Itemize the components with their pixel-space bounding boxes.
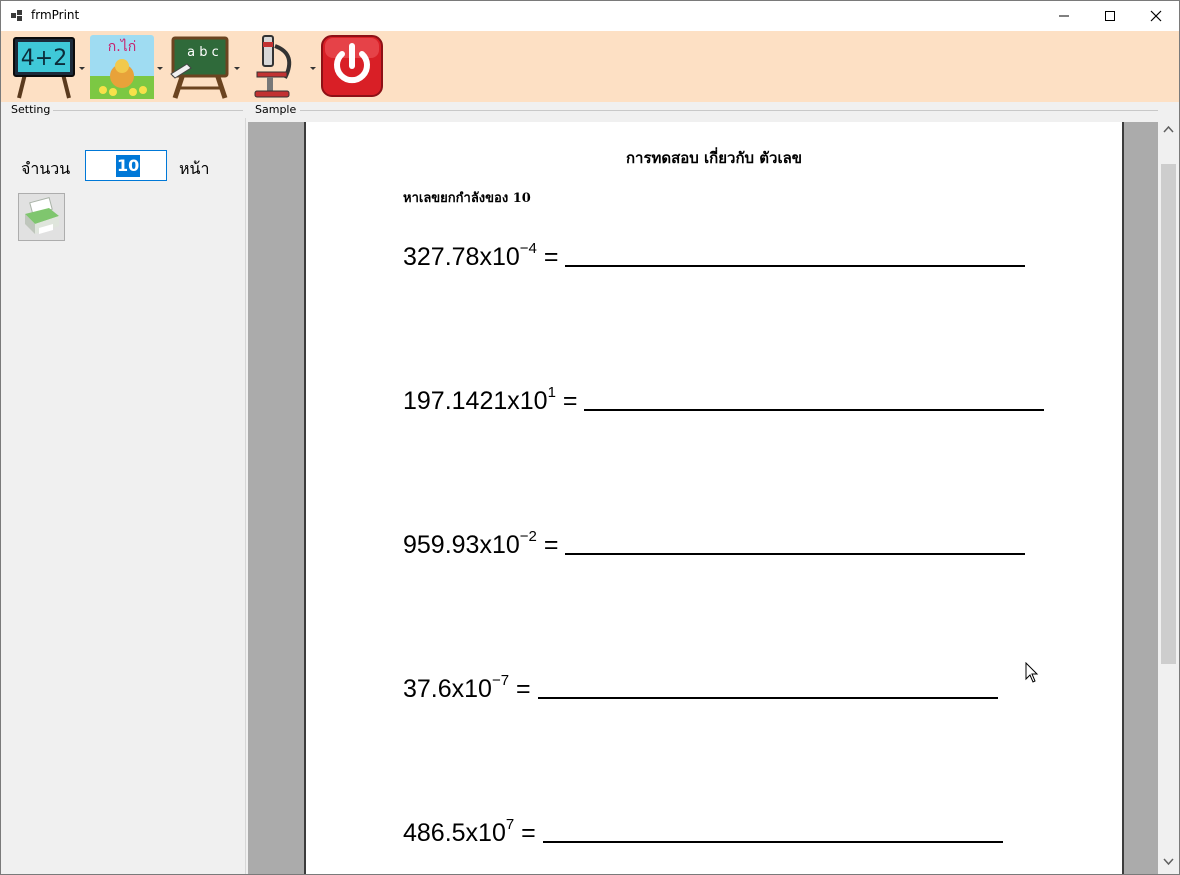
problem-base: 327.78x10	[403, 243, 520, 271]
math-chalkboard-button[interactable]: 4+2	[11, 34, 85, 99]
print-preview: การทดสอบ เกี่ยวกับ ตัวเลข หาเลขยกกำลังขอ…	[248, 122, 1158, 874]
chevron-down-icon[interactable]	[79, 67, 85, 70]
app-icon	[11, 10, 23, 22]
print-button[interactable]	[18, 193, 65, 241]
equals-sign: =	[521, 819, 536, 847]
scroll-up-icon[interactable]	[1158, 122, 1179, 138]
answer-line	[565, 242, 1026, 267]
answer-line	[542, 818, 1003, 843]
divider	[300, 110, 1158, 111]
title-bar: frmPrint	[1, 1, 1179, 31]
equals-sign: =	[543, 531, 559, 559]
answer-line	[565, 530, 1026, 555]
svg-text:ก.ไก่: ก.ไก่	[108, 38, 136, 55]
maximize-button[interactable]	[1087, 1, 1133, 31]
chevron-down-icon[interactable]	[310, 67, 316, 70]
toolbar: 4+2 ก.ไก่ a b c	[1, 31, 1179, 102]
printer-icon	[25, 197, 59, 234]
problem-exponent: 1	[547, 384, 556, 401]
problem-row: 197.1421x101 =	[403, 384, 1045, 416]
svg-text:a b c: a b c	[187, 45, 219, 60]
science-button[interactable]	[245, 34, 316, 98]
divider	[53, 110, 243, 111]
math-chalkboard-icon: 4+2	[13, 37, 75, 99]
minimize-button[interactable]	[1041, 1, 1087, 31]
thai-alphabet-chicken-icon: ก.ไก่	[90, 35, 154, 99]
document-subtitle: หาเลขยกกำลังของ 10	[403, 191, 531, 206]
problem-exponent: −7	[491, 672, 510, 689]
setting-group-label: Setting	[11, 103, 51, 116]
unit-label: หน้า	[179, 159, 210, 178]
mouse-cursor-icon	[1025, 662, 1039, 683]
problem-base: 37.6x10	[403, 675, 492, 703]
english-abc-chalkboard-icon: a b c	[170, 36, 229, 99]
problem-row: 37.6x10−7 =	[403, 672, 998, 704]
problem-exponent: −4	[519, 240, 537, 257]
power-icon	[321, 35, 383, 97]
page-count-value: 10	[116, 155, 141, 177]
app-window: frmPrint 4+2 ก.ไก่ a b c Setting Sample …	[0, 0, 1180, 875]
chevron-down-icon[interactable]	[234, 67, 240, 70]
problem-exponent: 7	[505, 816, 515, 833]
scroll-down-icon[interactable]	[1158, 854, 1179, 870]
preview-page: การทดสอบ เกี่ยวกับ ตัวเลข หาเลขยกกำลังขอ…	[304, 122, 1124, 874]
english-abc-button[interactable]: a b c	[167, 34, 240, 99]
answer-line	[537, 674, 998, 699]
count-label: จำนวน	[21, 159, 71, 178]
equals-sign: =	[562, 387, 578, 415]
exit-button[interactable]	[321, 34, 383, 98]
equals-sign: =	[543, 243, 559, 271]
problem-row: 959.93x10−2 =	[403, 528, 1026, 560]
scrollbar-thumb[interactable]	[1161, 164, 1176, 664]
microscope-icon	[254, 35, 292, 98]
equals-sign: =	[516, 675, 531, 703]
problem-row: 327.78x10−4 =	[403, 240, 1026, 272]
problem-base: 959.93x10	[403, 531, 520, 559]
sample-group-label: Sample	[255, 103, 297, 116]
problem-exponent: −2	[519, 528, 537, 545]
svg-text:4+2: 4+2	[21, 46, 67, 71]
chevron-down-icon[interactable]	[157, 67, 163, 70]
problem-base: 486.5x10	[403, 819, 506, 847]
problem-row: 486.5x107 =	[403, 816, 1003, 848]
document-title: การทดสอบ เกี่ยวกับ ตัวเลข	[625, 149, 803, 167]
problem-base: 197.1421x10	[403, 387, 548, 415]
vertical-scrollbar[interactable]	[1158, 118, 1179, 874]
page-count-input[interactable]: 10	[85, 150, 167, 181]
close-button[interactable]	[1133, 1, 1179, 31]
answer-line	[584, 386, 1045, 411]
thai-alphabet-button[interactable]: ก.ไก่	[89, 34, 163, 99]
window-title: frmPrint	[31, 8, 80, 22]
